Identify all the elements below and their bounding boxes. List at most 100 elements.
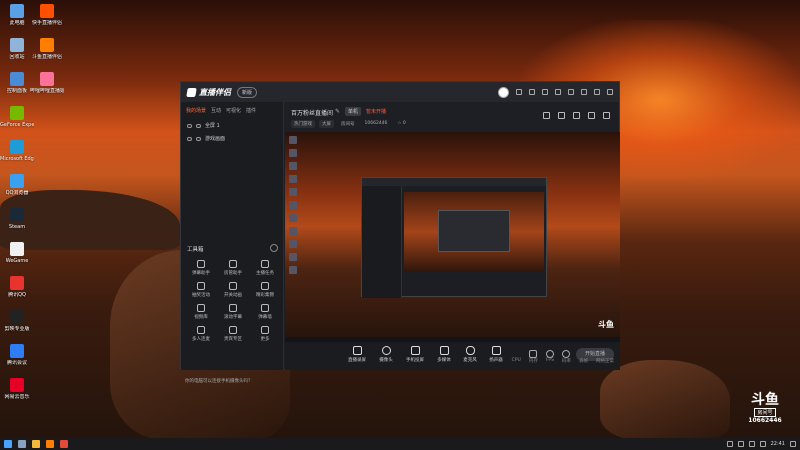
mail-icon[interactable] — [529, 89, 535, 95]
lock-icon[interactable] — [196, 136, 201, 141]
clock[interactable]: 22:41 — [771, 441, 785, 447]
play-icon — [439, 346, 449, 355]
wegame-icon — [10, 242, 24, 256]
share-icon[interactable] — [603, 112, 610, 119]
category-tag[interactable]: 单机 — [345, 107, 362, 116]
gift-box-icon[interactable] — [558, 112, 565, 119]
tool-icon — [197, 282, 205, 290]
desktop-shortcut[interactable]: 网易云音乐 — [0, 378, 34, 400]
tool-icon — [197, 304, 205, 312]
eye-icon[interactable] — [187, 136, 192, 141]
status-item: 码率 — [562, 359, 571, 364]
logo-icon — [186, 87, 197, 97]
tool-label: 抽奖活动 — [192, 293, 210, 298]
home-icon[interactable] — [543, 112, 550, 119]
tool-item[interactable]: 主播任务 — [249, 260, 281, 276]
douyu-task-icon[interactable] — [46, 440, 54, 448]
lock-icon[interactable] — [196, 123, 201, 128]
shortcut-label: QQ浏览器 — [5, 190, 29, 196]
maximize-icon[interactable] — [594, 89, 600, 95]
desktop-shortcut[interactable]: 斗鱼直播伴侣 — [30, 38, 64, 60]
desktop-shortcut[interactable]: 控制面板 — [0, 72, 34, 94]
gift-icon[interactable] — [542, 89, 548, 95]
tool-item[interactable]: 抽奖活动 — [185, 282, 217, 298]
tool-item[interactable]: 精彩集锦 — [249, 282, 281, 298]
desktop-shortcut[interactable]: Steam — [0, 208, 34, 230]
camera-notice[interactable]: 你的电脑可以连接手机摄像头吗？ — [185, 378, 253, 384]
title-bar[interactable]: 直播伴侣 新版 — [181, 82, 619, 102]
ime-icon[interactable] — [759, 441, 766, 447]
tool-item[interactable]: 视频库 — [185, 304, 217, 320]
desktop-shortcut[interactable]: 腾讯会议 — [0, 344, 34, 366]
close-icon[interactable] — [607, 89, 613, 95]
source-controls: 直播录屏 摄像头 手机投屏 多媒体 麦克风 扬声器 开始直播 — [285, 342, 620, 370]
desktop-shortcut[interactable]: Microsoft Edge — [0, 140, 34, 162]
tab-plugin[interactable]: 插件 — [246, 107, 256, 114]
eye-icon[interactable] — [187, 123, 192, 128]
tool-item[interactable]: 多人连麦 — [185, 326, 217, 342]
shirt-icon[interactable] — [555, 89, 561, 95]
desktop-shortcut[interactable]: WeGame — [0, 242, 34, 264]
desktop-shortcut[interactable]: 此电脑 — [0, 4, 34, 26]
menu-icon[interactable] — [568, 89, 574, 95]
tool-item[interactable]: 房管助手 — [217, 260, 249, 276]
volume-icon[interactable] — [748, 441, 755, 447]
status-item: FPS — [545, 358, 554, 363]
message-icon[interactable] — [516, 89, 522, 95]
tray-up-icon[interactable] — [726, 441, 733, 447]
record-icon[interactable] — [573, 112, 580, 119]
tool-icon — [229, 304, 237, 312]
tool-label: 弹幕助手 — [192, 271, 210, 276]
tool-item[interactable]: 开关动画 — [217, 282, 249, 298]
shortcut-label: Steam — [8, 224, 26, 230]
tab-scenes[interactable]: 我的场景 — [186, 107, 206, 114]
avatar[interactable] — [498, 86, 509, 98]
minimize-icon[interactable] — [581, 89, 587, 95]
video-icon[interactable] — [529, 350, 537, 358]
gear-icon[interactable] — [562, 350, 570, 358]
start-icon[interactable] — [4, 440, 12, 448]
tool-item[interactable]: 贵宾专区 — [217, 326, 249, 342]
folder-icon[interactable] — [32, 440, 40, 448]
bell-icon[interactable] — [588, 112, 595, 119]
app-logo: 直播伴侣 — [186, 87, 231, 98]
desktop-shortcut[interactable]: 腾讯QQ — [0, 276, 34, 298]
desktop-shortcut[interactable]: 快手直播伴侣 — [30, 4, 64, 26]
qq-browser-icon — [10, 174, 24, 188]
douyu-icon — [40, 38, 54, 52]
tab-visual[interactable]: 可视化 — [226, 107, 241, 114]
tool-label: 视频库 — [194, 315, 208, 320]
edit-title-icon[interactable]: ✎ — [335, 108, 340, 115]
stream-title[interactable]: 百万粉丝直播间 — [291, 108, 333, 117]
scene-item-2[interactable]: 游戏画面 — [181, 132, 283, 145]
notification-icon[interactable] — [790, 441, 796, 447]
scene-item-1[interactable]: 全屏 1 — [181, 119, 283, 132]
shortcut-label: 斗鱼直播伴侣 — [31, 54, 62, 60]
version-badge[interactable]: 新版 — [237, 86, 258, 98]
logo-text: 直播伴侣 — [199, 87, 231, 97]
tool-item[interactable]: 滚动字幕 — [217, 304, 249, 320]
desktop-shortcut[interactable]: 哔哩哔哩直播姬 — [30, 72, 64, 94]
status-item: 网络正常 — [596, 359, 614, 364]
tool-item[interactable]: 更多 — [249, 326, 281, 342]
desktop-shortcut[interactable]: QQ浏览器 — [0, 174, 34, 196]
steam-task-icon[interactable] — [18, 440, 26, 448]
tab-interact[interactable]: 互动 — [211, 107, 221, 114]
desktop-shortcut[interactable]: 回收站 — [0, 38, 34, 60]
info-screen[interactable]: 大屏 — [319, 120, 334, 128]
netease-music-icon — [10, 378, 24, 392]
tool-item[interactable]: 弹幕墙 — [249, 304, 281, 320]
eye-settings-icon[interactable] — [546, 350, 554, 358]
left-panel: 我的场景 互动 可视化 插件 全屏 1 游戏画面 工具箱 弹幕助手 房管助手 主播任… — [181, 102, 284, 384]
info-category[interactable]: 热门游戏 — [291, 120, 315, 128]
tool-item[interactable]: 弹幕助手 — [185, 260, 217, 276]
chrome-icon[interactable] — [60, 440, 68, 448]
network-icon[interactable] — [737, 441, 744, 447]
tool-icon — [229, 326, 237, 334]
tool-label: 更多 — [260, 337, 270, 342]
desktop-shortcut[interactable]: GeForce Experience — [0, 106, 34, 128]
stream-preview[interactable]: 斗鱼 — [285, 132, 620, 342]
live-companion-window[interactable]: 直播伴侣 新版 我的场景 互动 可视化 插件 全屏 1 游戏画面 工具箱 弹幕助… — [180, 81, 620, 384]
toolbox-more-icon[interactable] — [270, 244, 278, 252]
desktop-shortcut[interactable]: 剪映专业版 — [0, 310, 34, 332]
